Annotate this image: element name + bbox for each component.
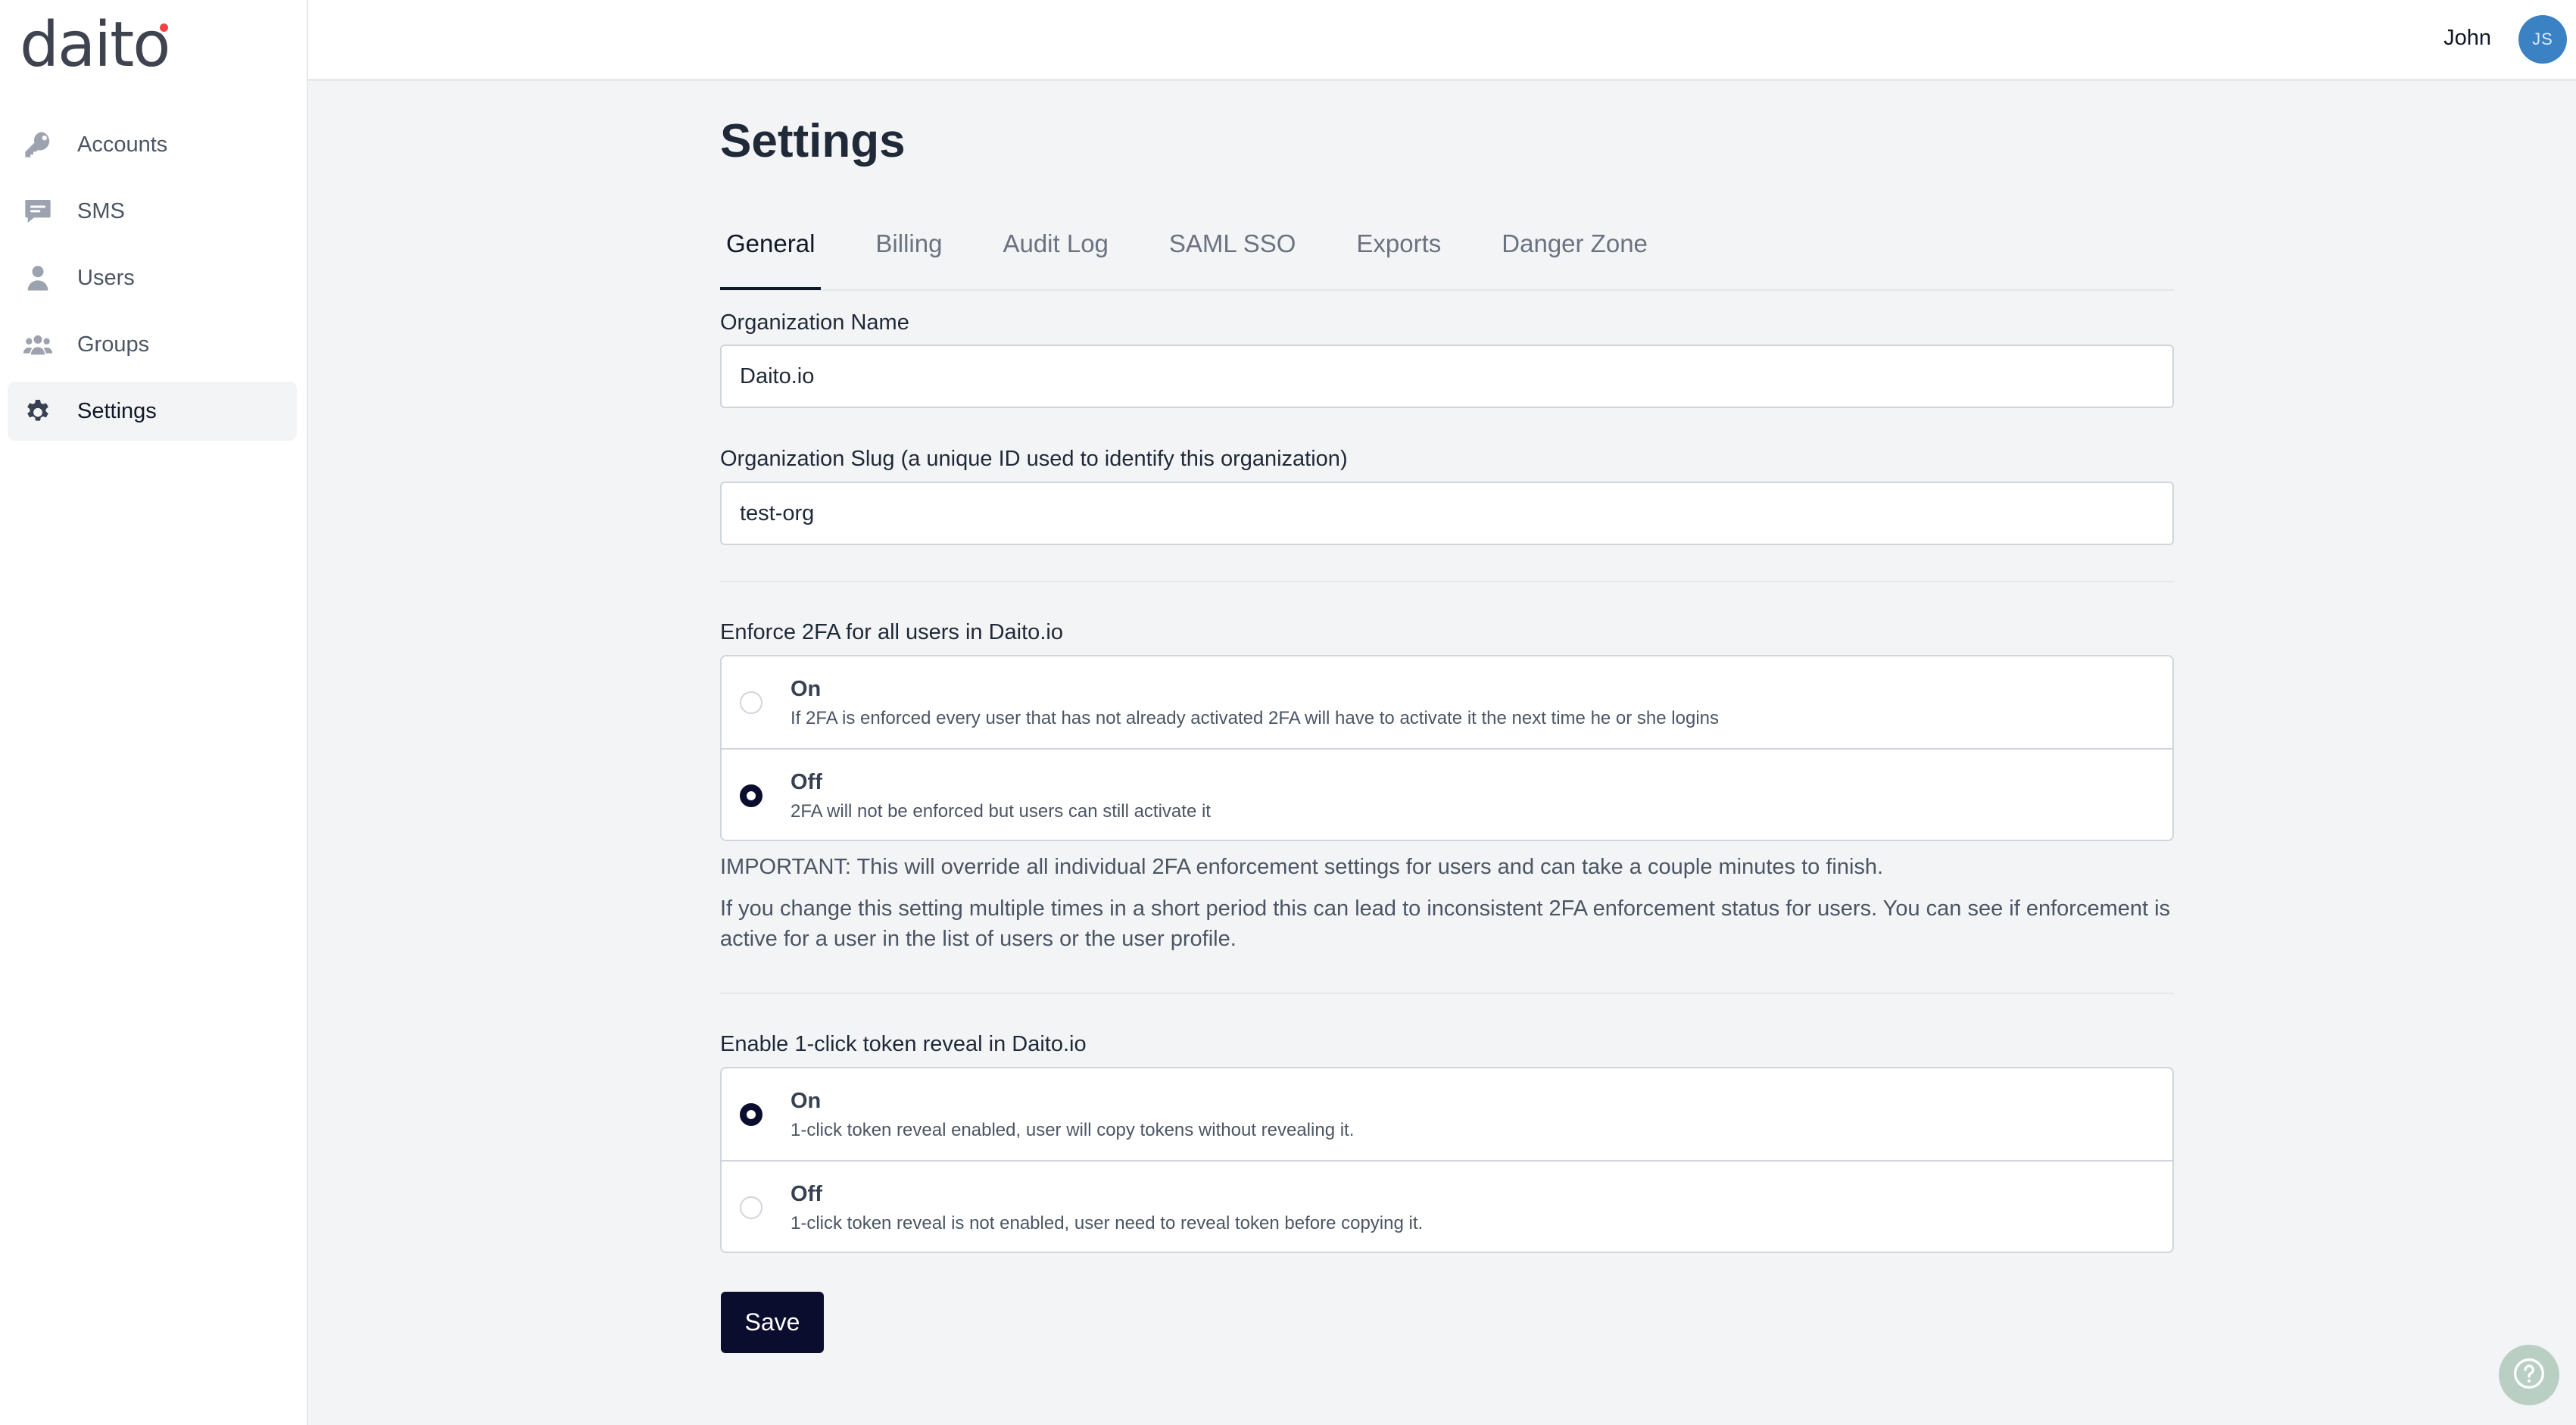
daito-logo[interactable]: dait o: [20, 3, 170, 86]
enforce-2fa-radio-group: On If 2FA is enforced every user that ha…: [720, 655, 2174, 841]
option-description: 1-click token reveal is not enabled, use…: [791, 1213, 1424, 1233]
page-title: Settings: [720, 115, 906, 167]
sidebar-nav: Accounts SMS Users Groups Settings: [8, 115, 297, 448]
radio-button[interactable]: [740, 691, 763, 714]
user-icon: [21, 261, 55, 295]
token-reveal-radio-group: On 1-click token reveal enabled, user wi…: [720, 1067, 2174, 1253]
users-group-icon: [21, 328, 55, 361]
tab-general[interactable]: General: [720, 220, 822, 290]
token-reveal-label: Enable 1-click token reveal in Daito.io: [720, 1032, 1087, 1056]
token-reveal-option-off[interactable]: Off 1-click token reveal is not enabled,…: [722, 1160, 2172, 1252]
chat-icon: [21, 195, 55, 228]
sidebar-item-label: Users: [77, 265, 135, 290]
option-title: On: [791, 1089, 822, 1113]
option-description: 1-click token reveal enabled, user will …: [791, 1120, 1355, 1140]
tab-audit-log[interactable]: Audit Log: [996, 220, 1114, 290]
enforcement-help-text: If you change this setting multiple time…: [720, 896, 2171, 951]
option-title: Off: [791, 1182, 822, 1206]
avatar[interactable]: JS: [2518, 15, 2567, 64]
save-button[interactable]: Save: [721, 1292, 824, 1353]
tab-exports[interactable]: Exports: [1350, 220, 1447, 290]
org-slug-input[interactable]: [720, 482, 2174, 545]
sidebar-item-settings[interactable]: Settings: [8, 382, 297, 441]
tab-saml-sso[interactable]: SAML SSO: [1163, 220, 1302, 290]
sidebar-item-label: Accounts: [77, 132, 168, 157]
sidebar-item-label: Groups: [77, 332, 150, 357]
logo-text-end: o: [133, 8, 170, 81]
enforce-2fa-option-off[interactable]: Off 2FA will not be enforced but users c…: [722, 748, 2172, 840]
sidebar-item-sms[interactable]: SMS: [8, 182, 297, 241]
radio-button[interactable]: [740, 784, 763, 807]
gear-icon: [21, 394, 55, 428]
tab-danger-zone[interactable]: Danger Zone: [1495, 220, 1654, 290]
enforce-2fa-label: Enforce 2FA for all users in Daito.io: [720, 620, 1063, 644]
org-name-input[interactable]: [720, 345, 2174, 408]
org-name-label: Organization Name: [720, 310, 909, 335]
enforce-2fa-option-on[interactable]: On If 2FA is enforced every user that ha…: [722, 656, 2172, 748]
help-button[interactable]: [2499, 1345, 2559, 1405]
sidebar-item-label: SMS: [77, 198, 125, 223]
radio-button[interactable]: [740, 1196, 763, 1219]
option-description: If 2FA is enforced every user that has n…: [791, 708, 1720, 728]
settings-tabs: General Billing Audit Log SAML SSO Expor…: [720, 220, 2174, 291]
token-reveal-option-on[interactable]: On 1-click token reveal enabled, user wi…: [722, 1068, 2172, 1160]
key-icon: [21, 128, 55, 161]
sidebar-item-users[interactable]: Users: [8, 248, 297, 307]
option-title: On: [791, 677, 822, 701]
logo-text: dait: [20, 8, 134, 81]
option-description: 2FA will not be enforced but users can s…: [791, 801, 1211, 822]
radio-button[interactable]: [740, 1103, 763, 1126]
section-divider: [720, 581, 2174, 582]
option-title: Off: [791, 770, 822, 794]
user-name[interactable]: John: [2443, 26, 2491, 51]
section-divider: [720, 993, 2174, 994]
top-header: John JS: [308, 0, 2576, 81]
question-icon: [2512, 1357, 2546, 1394]
important-note: IMPORTANT: This will override all indivi…: [720, 855, 1884, 879]
sidebar-item-accounts[interactable]: Accounts: [8, 115, 297, 174]
tab-billing[interactable]: Billing: [869, 220, 948, 290]
sidebar-item-label: Settings: [77, 398, 157, 423]
org-slug-label: Organization Slug (a unique ID used to i…: [720, 447, 1348, 471]
sidebar-item-groups[interactable]: Groups: [8, 315, 297, 374]
sidebar: dait o Accounts SMS Users Groups Setting…: [0, 0, 308, 1425]
